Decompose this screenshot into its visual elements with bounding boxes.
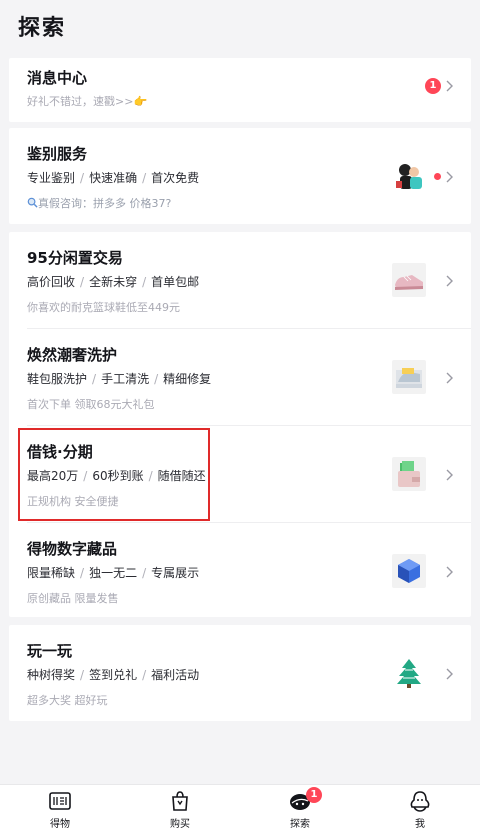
authentication-card[interactable]: 鉴别服务 专业鉴别 / 快速准确 / 首次免费 真假咨询：拼多多 价格37? <box>9 128 471 224</box>
authentication-tags: 专业鉴别 / 快速准确 / 首次免费 <box>27 171 200 185</box>
authentication-title: 鉴别服务 <box>27 145 88 163</box>
tag: 首单包邮 <box>151 275 200 289</box>
authentication-subtitle: 真假咨询：拼多多 价格37? <box>27 195 171 211</box>
tag: 限量稀缺 <box>27 566 76 580</box>
message-center-card[interactable]: 消息中心 好礼不错过，速戳>>👉 1 <box>9 58 471 122</box>
tag: 首次免费 <box>151 171 200 185</box>
pointing-hand-icon: 👉 <box>133 95 148 108</box>
chevron-right-icon <box>446 566 453 578</box>
chevron-right-icon <box>446 668 453 680</box>
tag: 全新未穿 <box>89 275 138 289</box>
chevron-right-icon <box>446 372 453 384</box>
service-row-laundry[interactable]: 焕然潮奢洗护 鞋包服洗护 / 手工清洗 / 精细修复 首次下单 领取68元大礼包 <box>9 329 471 425</box>
tag: 高价回收 <box>27 275 76 289</box>
highlight-box <box>18 428 210 521</box>
tag: 精细修复 <box>163 372 212 386</box>
message-badge: 1 <box>425 78 441 94</box>
dewu-logo-icon <box>49 792 71 810</box>
wallet-thumbnail <box>392 457 426 491</box>
service-subtitle: 原创藏品 限量发售 <box>27 592 119 605</box>
chevron-right-icon <box>446 469 453 481</box>
tab-explore[interactable]: 1 探索 <box>260 785 340 830</box>
tag: 福利活动 <box>151 668 200 682</box>
authentication-subtitle-text: 真假咨询：拼多多 价格37? <box>38 197 172 210</box>
notification-dot <box>434 173 441 180</box>
tab-badge: 1 <box>306 787 322 803</box>
bottom-tab-bar: 得物 购买 1 探索 我 <box>0 784 480 830</box>
sneaker-thumbnail <box>392 263 426 297</box>
service-tags: 限量稀缺 / 独一无二 / 专属展示 <box>27 566 200 580</box>
page-title: 探索 <box>18 16 67 41</box>
tag: 种树得奖 <box>27 668 76 682</box>
service-subtitle: 首次下单 领取68元大礼包 <box>27 398 155 411</box>
message-center-subtitle-text: 好礼不错过，速戳>> <box>27 95 134 108</box>
service-title: 得物数字藏品 <box>27 540 118 558</box>
chevron-right-icon <box>446 171 453 183</box>
play-tags: 种树得奖 / 签到兑礼 / 福利活动 <box>27 668 200 682</box>
tag: 专业鉴别 <box>27 171 76 185</box>
play-subtitle: 超多大奖 超好玩 <box>27 694 108 707</box>
services-card: 95分闲置交易 高价回收 / 全新未穿 / 首单包邮 你喜欢的耐克篮球鞋低至449元 焕… <box>9 232 471 617</box>
play-card[interactable]: 玩一玩 种树得奖 / 签到兑礼 / 福利活动 超多大奖 超好玩 <box>9 625 471 721</box>
tree-thumbnail <box>392 656 426 690</box>
chevron-right-icon <box>446 275 453 287</box>
tab-label: 购买 <box>170 819 190 830</box>
magnifier-icon <box>27 197 38 208</box>
tag: 快速准确 <box>89 171 138 185</box>
service-row-digital-collectibles[interactable]: 得物数字藏品 限量稀缺 / 独一无二 / 专属展示 原创藏品 限量发售 <box>9 523 471 617</box>
chevron-right-icon <box>446 80 453 92</box>
tag: 签到兑礼 <box>89 668 138 682</box>
profile-icon <box>410 791 430 812</box>
tab-label: 我 <box>415 819 425 830</box>
service-row-idle-trade[interactable]: 95分闲置交易 高价回收 / 全新未穿 / 首单包邮 你喜欢的耐克篮球鞋低至449元 <box>9 232 471 328</box>
shopping-bag-icon <box>172 791 188 811</box>
collectible-thumbnail <box>392 554 426 588</box>
tag: 鞋包服洗护 <box>27 372 88 386</box>
service-subtitle: 你喜欢的耐克篮球鞋低至449元 <box>27 301 180 314</box>
tab-label: 探索 <box>290 819 310 830</box>
play-title: 玩一玩 <box>27 642 73 660</box>
laundry-thumbnail <box>392 360 426 394</box>
service-title: 焕然潮奢洗护 <box>27 346 118 364</box>
tag: 手工清洗 <box>101 372 150 386</box>
tab-label: 得物 <box>50 819 70 830</box>
message-center-title: 消息中心 <box>27 69 88 87</box>
tag: 专属展示 <box>151 566 200 580</box>
message-center-subtitle: 好礼不错过，速戳>>👉 <box>27 93 147 109</box>
tab-me[interactable]: 我 <box>380 785 460 830</box>
service-tags: 鞋包服洗护 / 手工清洗 / 精细修复 <box>27 372 212 386</box>
tab-buy[interactable]: 购买 <box>140 785 220 830</box>
service-title: 95分闲置交易 <box>27 249 123 267</box>
authentication-thumbnail <box>392 159 426 193</box>
tab-dewu[interactable]: 得物 <box>20 785 100 830</box>
tag: 独一无二 <box>89 566 138 580</box>
page-header: 探索 <box>0 0 480 56</box>
service-tags: 高价回收 / 全新未穿 / 首单包邮 <box>27 275 200 289</box>
